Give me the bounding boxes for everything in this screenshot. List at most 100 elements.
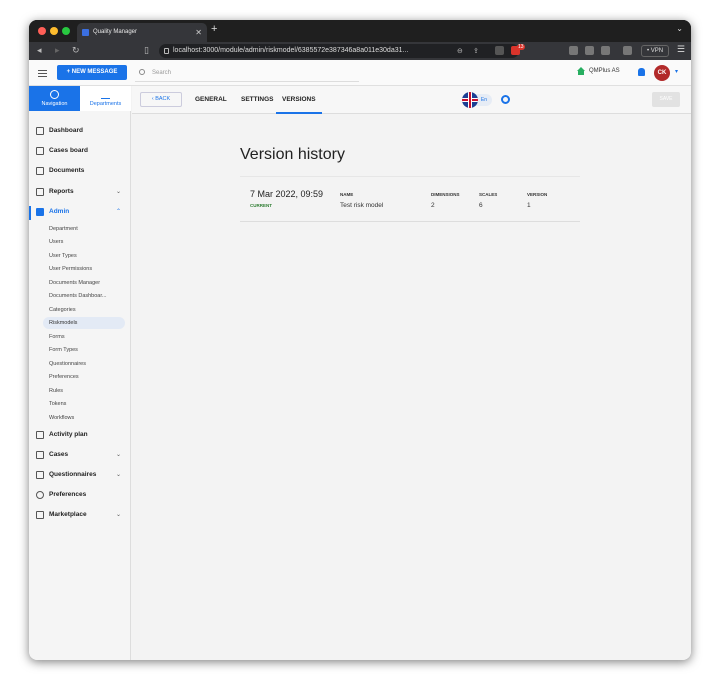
- sidebar-item-admin[interactable]: Admin ⌃: [29, 205, 131, 219]
- wallet-icon[interactable]: [623, 46, 632, 55]
- sidebar-item-activity-plan[interactable]: Activity plan: [29, 428, 131, 442]
- tab-departments-label: Departments: [89, 101, 122, 107]
- tab-general[interactable]: GENERAL: [195, 86, 227, 114]
- version-date: 7 Mar 2022, 09:59: [250, 189, 324, 199]
- address-bar[interactable]: localhost:3000/module/admin/riskmodel/63…: [159, 44, 519, 58]
- close-window-dot[interactable]: [38, 27, 46, 35]
- sidebar-item-label: Activity plan: [49, 431, 88, 438]
- brave-shield-icon[interactable]: [495, 46, 504, 55]
- sidebar-subitem-users[interactable]: Users: [43, 236, 125, 248]
- chevron-up-icon: ⌃: [115, 209, 121, 215]
- sidebar-toggle-icon[interactable]: [601, 46, 610, 55]
- new-message-button[interactable]: + NEW MESSAGE: [57, 65, 127, 80]
- minimize-window-dot[interactable]: [50, 27, 58, 35]
- version-row[interactable]: 7 Mar 2022, 09:59 CURRENT NAME Test risk…: [240, 176, 580, 222]
- reading-list-icon[interactable]: [585, 46, 594, 55]
- browser-menu-icon[interactable]: ☰: [677, 44, 685, 55]
- sidebar-subitem-form-types[interactable]: Form Types: [43, 344, 125, 356]
- app-root: + NEW MESSAGE Search QMPlus AS CK ▾ Navi…: [29, 60, 691, 660]
- search-icon: [139, 69, 145, 75]
- calendar-icon: [36, 431, 44, 439]
- sidebar-subitem-user-permissions[interactable]: User Permissions: [43, 263, 125, 275]
- sidebar-subitem-rules[interactable]: Rules: [43, 385, 125, 397]
- search-placeholder: Search: [152, 70, 172, 76]
- site-info-icon[interactable]: [164, 48, 169, 54]
- bookmark-icon[interactable]: ▯: [144, 45, 149, 56]
- dashboard-icon: [36, 127, 44, 135]
- sidebar-subitem-department[interactable]: Department: [43, 223, 125, 235]
- sidebar-subitem-forms[interactable]: Forms: [43, 331, 125, 343]
- sidebar-item-label: Marketplace: [49, 511, 87, 518]
- admin-gear-icon: [36, 208, 44, 216]
- sidebar-item-documents[interactable]: Documents: [29, 164, 131, 178]
- sidebar-subitem-documents-manager[interactable]: Documents Manager: [43, 277, 125, 289]
- zoom-icon[interactable]: ⊖: [457, 47, 463, 55]
- version-name: Test risk model: [340, 202, 384, 209]
- name-header: NAME: [340, 192, 354, 197]
- sidebar-subitem-documents-dashboard[interactable]: Documents Dashboar...: [43, 290, 125, 302]
- sidebar: Navigation Departments Dashboard Cases b…: [29, 86, 138, 660]
- back-arrow-icon[interactable]: ◂: [37, 45, 42, 56]
- subnav: ‹ BACK GENERAL SETTINGS VERSIONS En SAVE: [132, 86, 691, 114]
- sidebar-subitem-categories[interactable]: Categories: [43, 304, 125, 316]
- sidebar-item-label: Documents: [49, 167, 85, 174]
- bar-chart-icon: [36, 188, 44, 196]
- browser-titlebar: Quality Manager ✕ + ⌄: [29, 20, 691, 42]
- sidebar-item-preferences[interactable]: Preferences: [29, 488, 131, 502]
- sidebar-item-dashboard[interactable]: Dashboard: [29, 124, 131, 138]
- sidebar-item-label: Dashboard: [49, 127, 83, 134]
- cases-icon: [36, 451, 44, 459]
- search-input[interactable]: Search: [135, 64, 359, 82]
- reload-icon[interactable]: ↻: [72, 45, 80, 56]
- sidebar-item-questionnaires[interactable]: Questionnaires ⌄: [29, 468, 131, 482]
- sidebar-subitem-user-types[interactable]: User Types: [43, 250, 125, 262]
- notification-bell-icon[interactable]: [638, 68, 645, 76]
- version-number: 1: [527, 202, 531, 209]
- sidebar-tabs: Navigation Departments: [29, 86, 131, 111]
- gear-icon: [36, 491, 44, 499]
- chevron-down-icon: ⌄: [115, 452, 121, 458]
- hamburger-menu-icon[interactable]: [38, 70, 47, 77]
- sidebar-item-label: Reports: [49, 188, 74, 195]
- sidebar-item-reports[interactable]: Reports ⌄: [29, 185, 131, 199]
- browser-window: Quality Manager ✕ + ⌄ ◂ ▸ ↻ ▯ localhost:…: [29, 20, 691, 660]
- sidebar-subitem-riskmodels[interactable]: Riskmodels: [43, 317, 125, 329]
- sidebar-item-marketplace[interactable]: Marketplace ⌄: [29, 508, 131, 522]
- home-icon: [577, 67, 585, 75]
- scales-value: 6: [479, 202, 483, 209]
- close-tab-icon[interactable]: ✕: [195, 23, 202, 42]
- tab-settings[interactable]: SETTINGS: [241, 86, 274, 114]
- account-chevron-down-icon[interactable]: ▾: [675, 68, 678, 75]
- share-icon[interactable]: ⇪: [473, 47, 479, 55]
- sidebar-subitem-questionnaires[interactable]: Questionnaires: [43, 358, 125, 370]
- browser-toolbar: ◂ ▸ ↻ ▯ localhost:3000/module/admin/risk…: [29, 42, 691, 60]
- app-topbar: + NEW MESSAGE Search QMPlus AS CK ▾: [29, 60, 691, 86]
- tab-search-chevron-icon[interactable]: ⌄: [676, 24, 683, 33]
- org-name[interactable]: QMPlus AS: [589, 68, 620, 74]
- sidebar-item-cases[interactable]: Cases ⌄: [29, 448, 131, 462]
- new-tab-button[interactable]: +: [211, 23, 217, 35]
- save-button[interactable]: SAVE: [652, 92, 680, 107]
- forward-arrow-icon[interactable]: ▸: [55, 45, 60, 56]
- back-button[interactable]: ‹ BACK: [140, 92, 182, 107]
- browser-tab-title: Quality Manager: [93, 29, 138, 35]
- settings-gear-icon[interactable]: [501, 95, 510, 104]
- vpn-button[interactable]: • VPN: [641, 45, 669, 57]
- sidebar-item-cases-board[interactable]: Cases board: [29, 144, 131, 158]
- clipboard-icon: [36, 471, 44, 479]
- folder-icon: [36, 167, 44, 175]
- sidebar-subitem-preferences[interactable]: Preferences: [43, 371, 125, 383]
- sidebar-subitem-tokens[interactable]: Tokens: [43, 398, 125, 410]
- tab-navigation[interactable]: Navigation: [29, 86, 80, 111]
- tab-departments[interactable]: Departments: [80, 86, 131, 111]
- page-title: Version history: [240, 146, 345, 163]
- extensions-icon[interactable]: [569, 46, 578, 55]
- browser-tab[interactable]: Quality Manager ✕: [77, 23, 207, 42]
- sidebar-subitem-workflows[interactable]: Workflows: [43, 412, 125, 424]
- tab-versions[interactable]: VERSIONS: [276, 86, 322, 114]
- sidebar-item-label: Cases: [49, 451, 69, 458]
- tab-navigation-label: Navigation: [41, 101, 68, 107]
- uk-flag-icon: [462, 92, 478, 108]
- avatar[interactable]: CK: [654, 65, 670, 81]
- maximize-window-dot[interactable]: [62, 27, 70, 35]
